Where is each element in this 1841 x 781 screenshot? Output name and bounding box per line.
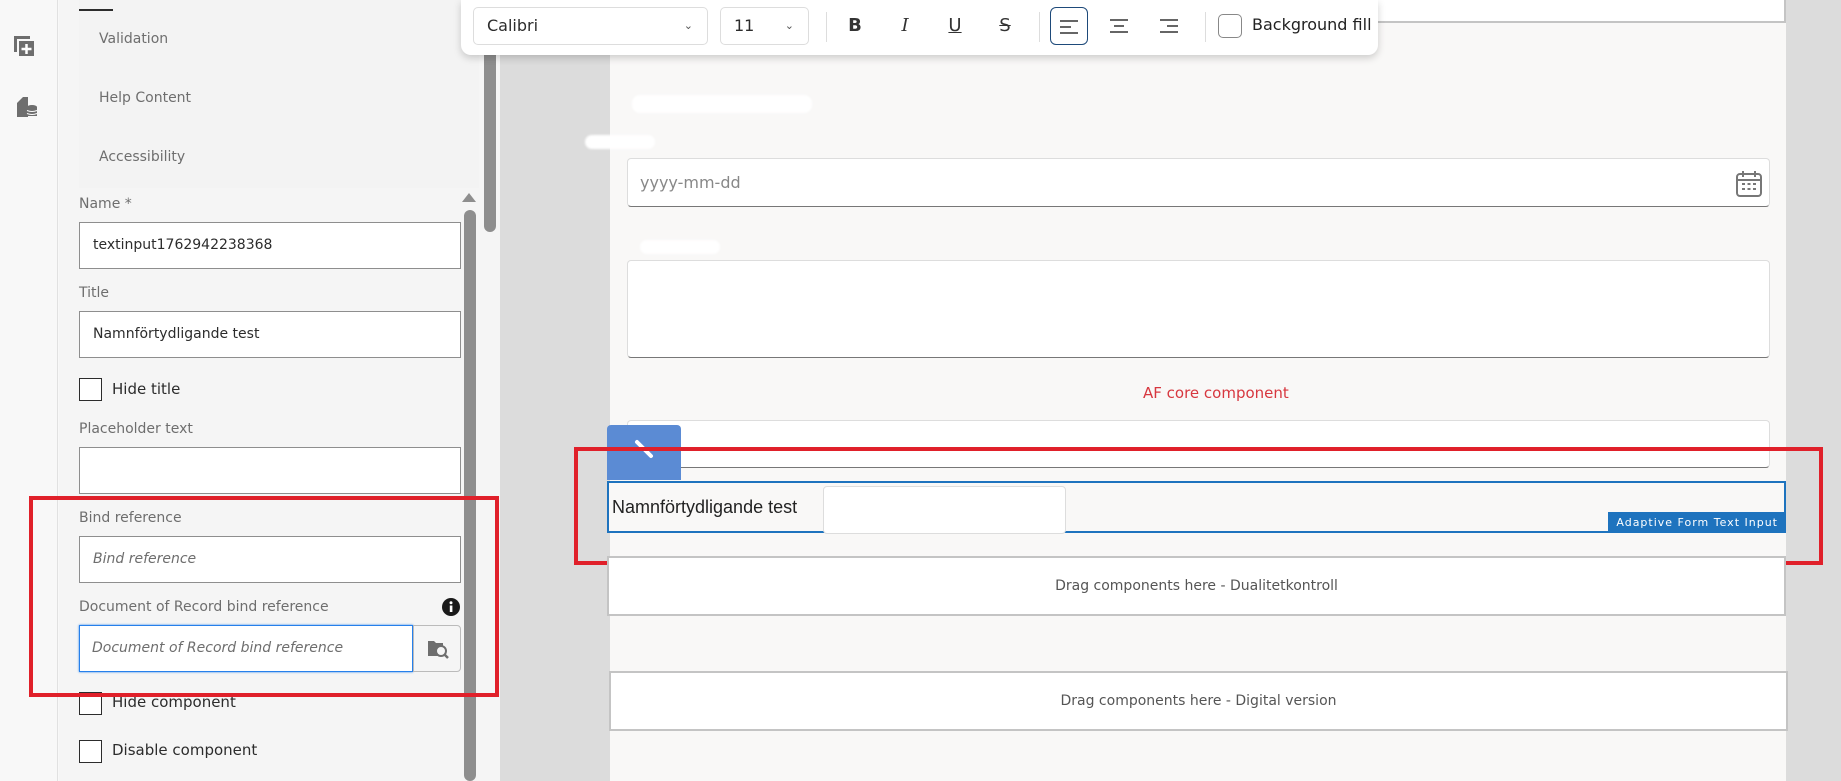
highlight-box-bind <box>29 496 499 697</box>
tab-help-content[interactable]: Help Content <box>99 90 191 106</box>
align-left-button[interactable] <box>1050 7 1088 45</box>
title-input[interactable]: Namnförtydligande test <box>79 311 461 358</box>
hide-title-checkbox[interactable] <box>79 378 102 401</box>
placeholder-label: Placeholder text <box>79 421 193 437</box>
background-fill-label: Background fill <box>1252 15 1372 34</box>
text-format-toolbar: Calibri ⌄ 11 ⌄ B I U S Background fill <box>461 0 1378 55</box>
placeholder-input[interactable] <box>79 447 461 494</box>
add-page-icon[interactable] <box>13 35 37 59</box>
data-source-icon[interactable] <box>15 95 39 119</box>
bold-button[interactable]: B <box>836 7 874 45</box>
drop-zone-digital-version[interactable]: Drag components here - Digital version <box>609 671 1788 731</box>
name-input[interactable]: textinput1762942238368 <box>79 222 461 269</box>
background-fill-checkbox[interactable] <box>1218 14 1242 38</box>
align-center-icon <box>1110 19 1128 33</box>
drop-zone-dualitetkontroll[interactable]: Drag components here - Dualitetkontroll <box>607 556 1786 616</box>
chevron-down-icon: ⌄ <box>784 19 794 32</box>
divider <box>826 12 827 42</box>
redacted-label-2 <box>640 240 720 254</box>
tab-validation[interactable]: Validation <box>99 31 168 47</box>
name-label: Name * <box>79 196 132 212</box>
underline-button[interactable]: U <box>936 7 974 45</box>
redacted-heading <box>632 95 812 113</box>
chevron-down-icon: ⌄ <box>683 19 693 32</box>
af-core-label: AF core component <box>1143 384 1289 402</box>
font-family-select[interactable]: Calibri ⌄ <box>473 7 708 45</box>
italic-button[interactable]: I <box>886 7 924 45</box>
highlight-box-component <box>574 447 1823 565</box>
active-tab-indicator <box>79 9 113 11</box>
date-placeholder: yyyy-mm-dd <box>640 173 741 192</box>
align-right-button[interactable] <box>1150 7 1188 45</box>
disable-component-label: Disable component <box>112 741 258 759</box>
align-right-icon <box>1160 19 1178 33</box>
date-input[interactable]: yyyy-mm-dd <box>627 158 1770 207</box>
hide-title-label: Hide title <box>112 380 181 398</box>
font-size-value: 11 <box>734 16 755 35</box>
strikethrough-button[interactable]: S <box>986 7 1024 45</box>
scroll-up-arrow[interactable] <box>462 193 476 202</box>
font-size-select[interactable]: 11 ⌄ <box>720 7 809 45</box>
font-family-value: Calibri <box>487 16 539 35</box>
title-label: Title <box>79 285 110 301</box>
textarea-field[interactable] <box>627 260 1770 358</box>
divider <box>1205 12 1206 42</box>
redacted-label <box>585 135 655 149</box>
calendar-icon[interactable] <box>1735 170 1763 198</box>
align-left-icon <box>1060 20 1078 34</box>
tab-accessibility[interactable]: Accessibility <box>99 149 185 165</box>
divider <box>1039 12 1040 42</box>
disable-component-checkbox[interactable] <box>79 740 102 763</box>
align-center-button[interactable] <box>1100 7 1138 45</box>
